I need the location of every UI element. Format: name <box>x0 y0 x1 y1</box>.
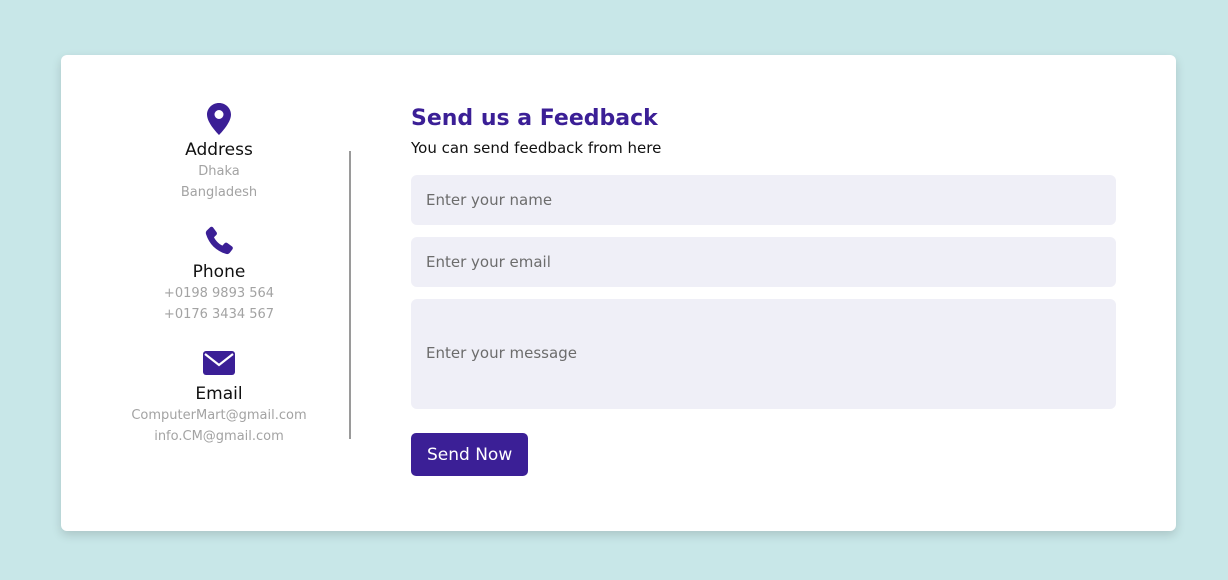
address-title: Address <box>185 140 253 160</box>
phone-line-1: +0198 9893 564 <box>163 286 275 301</box>
map-pin-icon <box>203 103 235 135</box>
email-title: Email <box>195 384 243 404</box>
feedback-form: Send us a Feedback You can send feedback… <box>411 103 1116 476</box>
address-line-2: Bangladesh <box>180 185 258 200</box>
address-line-1: Dhaka <box>198 164 240 179</box>
contact-card: Address Dhaka Bangladesh Phone +0198 989… <box>61 55 1176 531</box>
address-block: Address Dhaka Bangladesh <box>121 103 317 203</box>
feedback-title: Send us a Feedback <box>411 106 658 131</box>
phone-line-2: +0176 3434 567 <box>163 307 275 322</box>
phone-icon <box>203 225 235 257</box>
message-input[interactable] <box>411 299 1116 409</box>
email-input[interactable] <box>411 237 1116 287</box>
envelope-icon <box>203 347 235 379</box>
contact-info-column: Address Dhaka Bangladesh Phone +0198 989… <box>121 103 317 447</box>
email-line-2: info.CM@gmail.com <box>154 429 284 444</box>
phone-block: Phone +0198 9893 564 +0176 3434 567 <box>121 225 317 325</box>
phone-title: Phone <box>192 262 246 282</box>
send-now-button[interactable]: Send Now <box>411 433 529 476</box>
vertical-divider <box>349 151 351 439</box>
name-input[interactable] <box>411 175 1116 225</box>
email-line-1: ComputerMart@gmail.com <box>131 408 307 423</box>
feedback-subtitle: You can send feedback from here <box>411 139 662 157</box>
email-block: Email ComputerMart@gmail.com info.CM@gma… <box>121 347 317 447</box>
